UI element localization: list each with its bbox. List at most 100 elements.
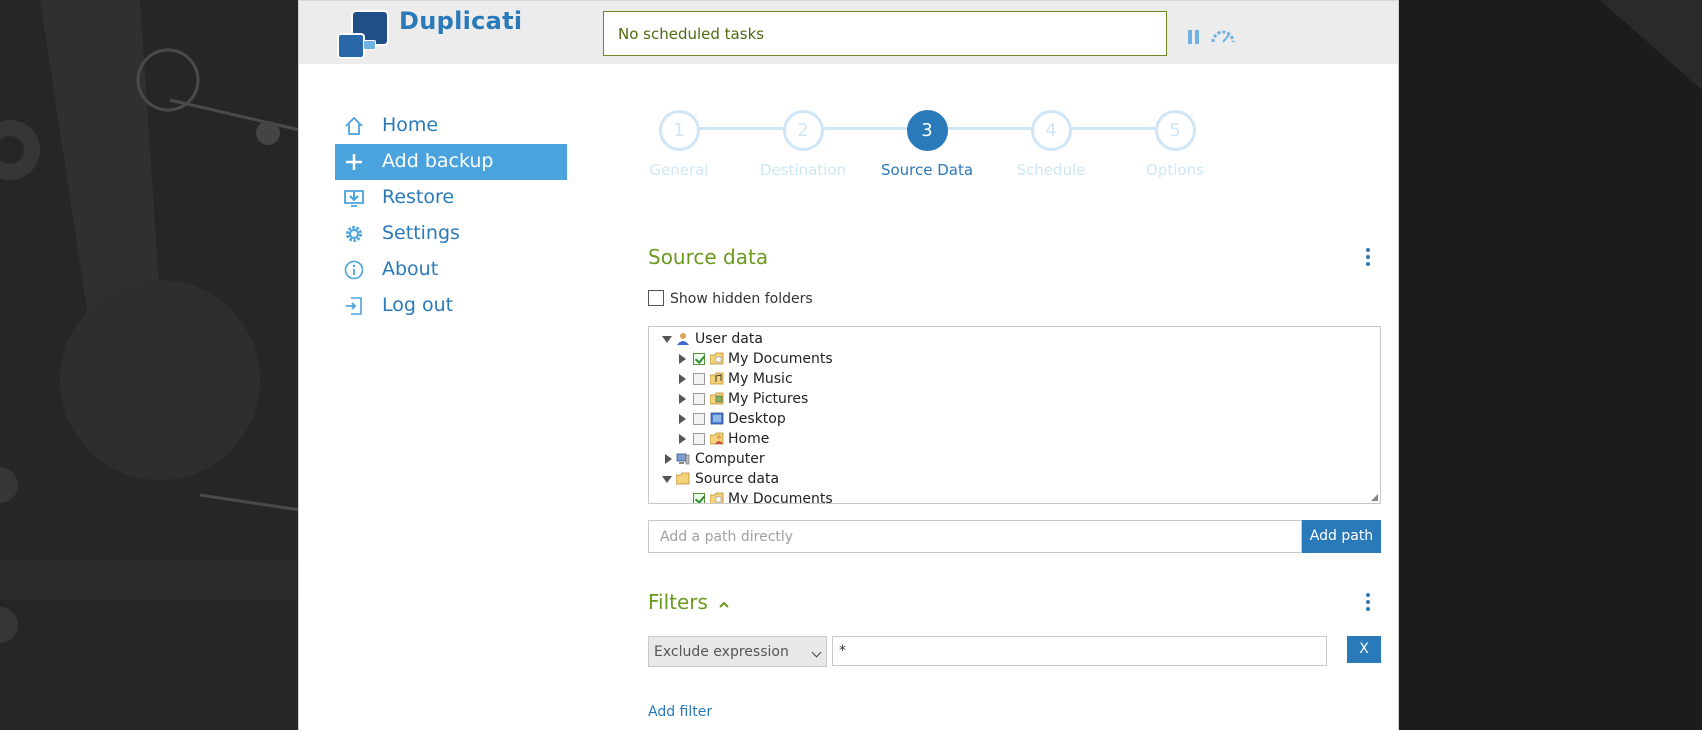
header-bar: Duplicati No scheduled tasks	[299, 0, 1398, 64]
duplicati-logo[interactable]	[337, 9, 389, 59]
tree-node-computer[interactable]: Computer	[649, 449, 1379, 469]
tree-node-user-data[interactable]: User data	[649, 329, 1379, 349]
tree-node-checkbox[interactable]	[693, 353, 705, 365]
tree-node-my-music[interactable]: My Music	[649, 369, 1379, 389]
step-label: Destination	[759, 161, 847, 179]
tree-node-checkbox[interactable]	[693, 393, 705, 405]
sidebar-item-label: Log out	[382, 294, 454, 316]
step-number: 5	[1154, 110, 1196, 151]
sidebar-item-label: Restore	[382, 186, 455, 208]
pause-icon[interactable]	[1188, 30, 1200, 44]
filters-menu-icon[interactable]	[1365, 593, 1371, 611]
step-number: 4	[1030, 110, 1072, 151]
remove-filter-button[interactable]: X	[1347, 636, 1381, 663]
expand-arrow-icon[interactable]	[679, 354, 686, 364]
tree-node-source-data[interactable]: Source data	[649, 469, 1379, 489]
sidebar-item-log-out[interactable]: Log out	[335, 288, 567, 324]
tree-node-label: My Pictures	[728, 391, 809, 407]
chevron-up-icon[interactable]	[719, 600, 729, 610]
sidebar-item-about[interactable]: About	[335, 252, 567, 288]
home-icon	[345, 116, 363, 135]
sidebar-item-restore[interactable]: Restore	[335, 180, 567, 216]
app-page: Duplicati No scheduled tasks Home Add ba…	[298, 0, 1399, 730]
tree-node-checkbox[interactable]	[693, 493, 705, 503]
tree-node-label: Home	[728, 431, 770, 447]
sidebar-item-label: Home	[382, 114, 439, 136]
chevron-down-icon	[811, 647, 822, 658]
music-folder-icon	[710, 372, 724, 385]
collapse-arrow-icon[interactable]	[662, 476, 672, 483]
step-label: Options	[1146, 161, 1204, 179]
sidebar-nav: Home Add backup Restore Settings About L…	[335, 108, 567, 324]
tree-node-checkbox[interactable]	[693, 373, 705, 385]
desktop-icon	[710, 412, 724, 425]
expand-arrow-icon[interactable]	[665, 454, 672, 464]
step-number: 2	[782, 110, 824, 151]
status-box: No scheduled tasks	[603, 11, 1167, 56]
computer-icon	[676, 453, 690, 465]
step-number: 1	[658, 110, 700, 151]
collapse-arrow-icon[interactable]	[662, 336, 672, 343]
expand-arrow-icon[interactable]	[679, 414, 686, 424]
tree-node-home[interactable]: Home	[649, 429, 1379, 449]
sidebar-item-add-backup[interactable]: Add backup	[335, 144, 567, 180]
documents-folder-icon	[710, 492, 724, 503]
step-label: Schedule	[1016, 161, 1086, 179]
restore-icon	[344, 190, 364, 207]
step-label: Source Data	[880, 161, 974, 179]
source-tree[interactable]: User data My Documents My Music My Pictu…	[648, 326, 1381, 504]
tree-node-selected-my-documents[interactable]: My Documents	[649, 489, 1379, 504]
wizard-steps: 1 General 2 Destination 3 Source Data 4 …	[617, 108, 1204, 188]
home-folder-icon	[710, 432, 724, 445]
wizard-step-options[interactable]: 5 Options	[1113, 110, 1237, 179]
tree-node-label: My Documents	[728, 351, 833, 367]
resize-grip-icon[interactable]	[1371, 494, 1378, 501]
path-input[interactable]	[648, 520, 1302, 553]
folder-icon	[676, 472, 690, 485]
expand-arrow-icon[interactable]	[679, 374, 686, 384]
tree-node-label: Source data	[695, 471, 780, 487]
filter-expression-input[interactable]	[832, 636, 1327, 666]
filter-type-value: Exclude expression	[654, 644, 789, 660]
tree-node-label: My Documents	[728, 491, 833, 504]
source-menu-icon[interactable]	[1365, 248, 1371, 266]
filters-title[interactable]: Filters	[648, 590, 708, 614]
wizard-step-general[interactable]: 1 General	[617, 110, 741, 179]
step-number: 3	[906, 110, 948, 151]
source-data-title: Source data	[648, 245, 769, 269]
tree-node-label: User data	[695, 331, 763, 347]
tree-node-checkbox[interactable]	[693, 433, 705, 445]
expand-arrow-icon[interactable]	[679, 434, 686, 444]
step-label: General	[649, 161, 709, 179]
gear-icon	[346, 226, 362, 242]
tree-node-label: Desktop	[728, 411, 786, 427]
tree-node-label: My Music	[728, 371, 793, 387]
plus-icon	[346, 154, 362, 170]
tree-node-my-documents[interactable]: My Documents	[649, 349, 1379, 369]
expand-arrow-icon[interactable]	[679, 394, 686, 404]
pictures-folder-icon	[710, 392, 724, 405]
wizard-step-source-data[interactable]: 3 Source Data	[865, 110, 989, 179]
tree-node-label: Computer	[695, 451, 765, 467]
brand-name[interactable]: Duplicati	[399, 7, 522, 35]
info-icon	[344, 260, 364, 280]
wizard-step-destination[interactable]: 2 Destination	[741, 110, 865, 179]
add-filter-link[interactable]: Add filter	[648, 704, 712, 720]
wizard-step-schedule[interactable]: 4 Schedule	[989, 110, 1113, 179]
show-hidden-label: Show hidden folders	[670, 291, 813, 307]
tree-node-checkbox[interactable]	[693, 413, 705, 425]
sidebar-item-label: About	[382, 258, 439, 280]
sidebar-item-home[interactable]: Home	[335, 108, 567, 144]
sidebar-item-label: Settings	[382, 222, 460, 244]
tree-node-my-pictures[interactable]: My Pictures	[649, 389, 1379, 409]
sidebar-item-label: Add backup	[382, 150, 494, 172]
logout-icon	[346, 297, 362, 315]
show-hidden-checkbox[interactable]	[648, 290, 664, 306]
add-path-button[interactable]: Add path	[1302, 520, 1381, 553]
user-icon	[677, 333, 689, 345]
tree-node-desktop[interactable]: Desktop	[649, 409, 1379, 429]
documents-folder-icon	[710, 352, 724, 365]
filter-type-select[interactable]: Exclude expression	[648, 636, 827, 667]
sidebar-item-settings[interactable]: Settings	[335, 216, 567, 252]
throttle-icon[interactable]	[1210, 29, 1236, 45]
